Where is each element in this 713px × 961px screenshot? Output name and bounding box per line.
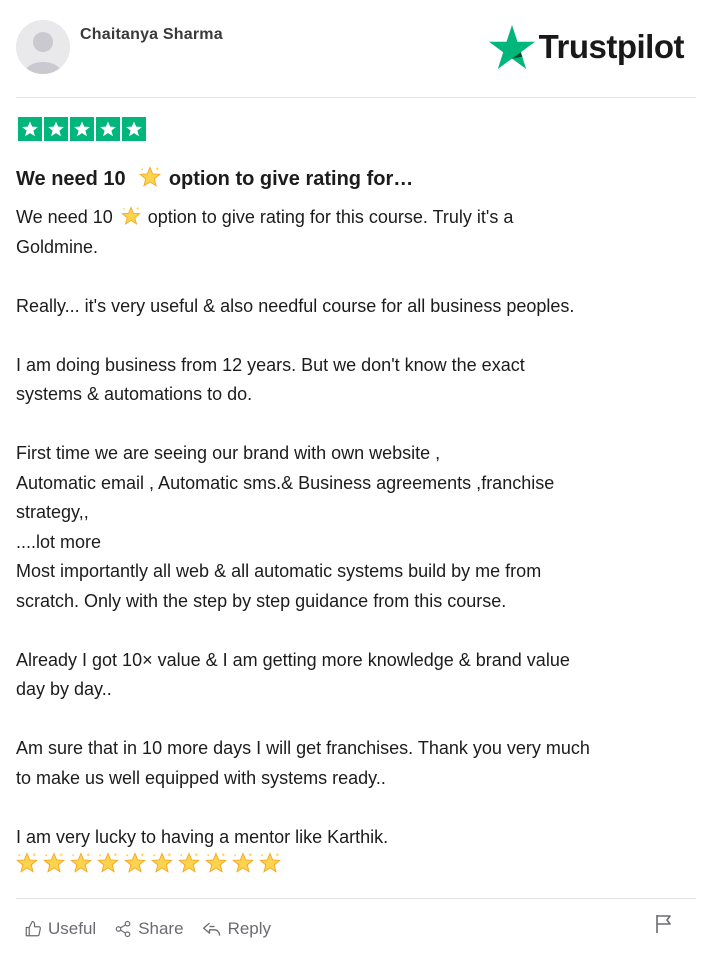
review-body-line: Already I got 10× value & I am getting m… xyxy=(16,649,570,670)
rating-star-2 xyxy=(44,117,68,141)
glowing-star-emoji-icon xyxy=(70,852,92,873)
emoji-stars-row xyxy=(16,852,281,874)
review-body-line: day by day.. xyxy=(16,679,112,699)
review-body-line xyxy=(16,262,696,292)
share-button[interactable]: Share xyxy=(114,919,184,939)
star-icon xyxy=(488,25,535,69)
review-body-line: We need 10 option to give rating for thi… xyxy=(16,203,696,233)
review-body-line: Really... it's very useful & also needfu… xyxy=(16,295,575,316)
useful-button[interactable]: Useful xyxy=(24,919,96,939)
glowing-star-emoji-icon xyxy=(139,166,162,187)
review-body-line xyxy=(16,616,696,646)
review-body-line: ....lot more xyxy=(16,531,102,552)
glowing-star-emoji-icon xyxy=(178,852,200,873)
review-body-line: strategy,, xyxy=(16,502,89,522)
useful-label: Useful xyxy=(48,919,97,938)
rating-star-5 xyxy=(122,117,146,141)
review-header: Chaitanya Sharma Trustpilot xyxy=(16,20,696,80)
share-label: Share xyxy=(138,919,184,938)
review-body-line xyxy=(16,321,696,351)
header-divider xyxy=(16,97,696,98)
glowing-star-emoji-icon xyxy=(232,852,254,873)
footer-divider xyxy=(16,898,696,899)
review-card: Chaitanya Sharma Trustpilot We need 10 o… xyxy=(0,0,713,961)
review-body-line: Am sure that in 10 more days I will get … xyxy=(16,738,590,758)
reply-label: Reply xyxy=(227,919,272,938)
rating-star-4 xyxy=(96,117,120,141)
star-rating xyxy=(18,117,146,141)
review-body-line: systems & automations to do. xyxy=(16,384,253,404)
review-body: We need 10 option to give rating for thi… xyxy=(16,203,696,852)
reply-button[interactable]: Reply xyxy=(202,919,271,939)
glowing-star-emoji-icon xyxy=(16,852,38,873)
review-body-line xyxy=(16,410,696,440)
review-title-prefix: We need 10 xyxy=(16,168,126,190)
rating-star-1 xyxy=(18,117,42,141)
review-body-line: I am doing business from 12 years. But w… xyxy=(16,354,525,375)
review-body-line: to make us well equipped with systems re… xyxy=(16,767,386,788)
glowing-star-emoji-icon xyxy=(124,852,146,873)
glowing-star-emoji-icon xyxy=(120,206,141,225)
glowing-star-emoji-icon xyxy=(43,852,65,873)
review-actions: Useful Share Reply xyxy=(24,919,271,939)
review-line-suffix: option to give rating for this course. T… xyxy=(142,207,514,227)
review-body-line: Automatic email , Automatic sms.& Busine… xyxy=(16,472,555,493)
default-user-avatar-icon[interactable] xyxy=(16,20,70,74)
review-body-line: Goldmine. xyxy=(16,236,99,257)
review-body-line xyxy=(16,793,696,823)
review-body-line xyxy=(16,705,696,735)
glowing-star-emoji-icon xyxy=(205,852,227,873)
reviewer-name[interactable]: Chaitanya Sharma xyxy=(80,26,223,44)
review-line-prefix: We need 10 xyxy=(16,207,113,227)
review-title-suffix: option to give rating for… xyxy=(168,168,414,190)
trustpilot-logo: Trustpilot xyxy=(488,22,685,72)
glowing-star-emoji-icon xyxy=(97,852,119,873)
flag-icon[interactable] xyxy=(655,914,673,939)
review-body-line: scratch. Only with the step by step guid… xyxy=(16,590,507,611)
review-title[interactable]: We need 10 option to give rating for… xyxy=(16,166,413,191)
reply-icon xyxy=(202,922,220,936)
review-body-line: I am very lucky to having a mentor like … xyxy=(16,826,389,847)
review-body-line: Most importantly all web & all automatic… xyxy=(16,561,542,581)
glowing-star-emoji-icon xyxy=(151,852,173,873)
rating-star-3 xyxy=(70,117,94,141)
glowing-star-emoji-icon xyxy=(259,852,281,873)
trustpilot-wordmark: Trustpilot xyxy=(538,28,685,65)
review-body-line: First time we are seeing our brand with … xyxy=(16,443,441,463)
share-icon xyxy=(115,920,131,938)
thumbs-up-icon xyxy=(25,920,41,937)
